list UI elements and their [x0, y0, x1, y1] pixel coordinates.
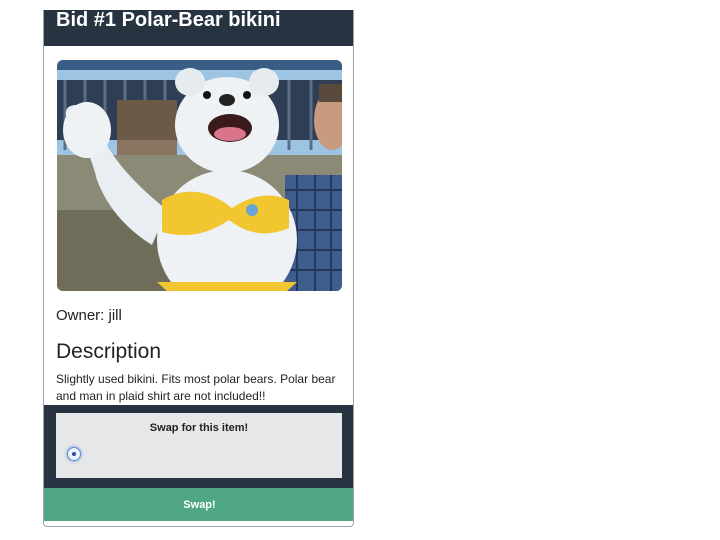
swap-prompt: Swap for this item! [149, 422, 249, 434]
swap-section: Swap for this item! [44, 405, 353, 488]
item-title: Bid #1 Polar-Bear bikini [56, 10, 281, 31]
item-photo-image [57, 60, 342, 291]
item-card: Bid #1 Polar-Bear bikini Owner: jill Des… [43, 10, 354, 527]
owner-label: Owner: jill [56, 307, 122, 324]
swap-option-box: Swap for this item! [56, 413, 342, 478]
description-text: Slightly used bikini. Fits most polar be… [56, 372, 336, 403]
swap-button[interactable]: Swap! [44, 488, 353, 521]
item-photo [57, 60, 342, 291]
card-header: Bid #1 Polar-Bear bikini [44, 10, 353, 46]
swap-radio-button[interactable] [67, 447, 81, 461]
radio-selected-dot [72, 452, 76, 456]
description-heading: Description [56, 340, 162, 363]
